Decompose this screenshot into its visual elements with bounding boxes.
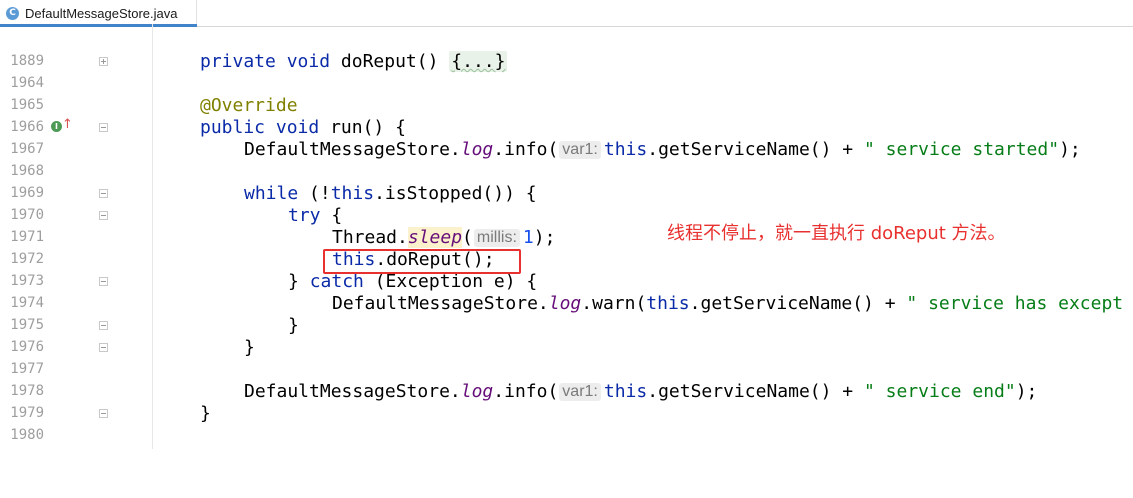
code-text: }	[244, 337, 255, 358]
code-text: while (!this.isStopped()) {	[244, 183, 537, 204]
code-text: DefaultMessageStore.log.info(var1: this.g…	[244, 381, 1038, 402]
code-line: 1978 DefaultMessageStore.log.info(var1: t…	[0, 381, 1133, 403]
code-text: public void run() {	[200, 117, 406, 138]
code-text: try {	[288, 205, 343, 226]
code-line: 1967 DefaultMessageStore.log.info(var1: t…	[0, 139, 1133, 161]
line-number: 1978	[10, 383, 44, 399]
code-line: 1968	[0, 161, 1133, 183]
line-number: 1977	[10, 361, 44, 377]
code-text: DefaultMessageStore.log.warn(this.getSer…	[332, 293, 1124, 314]
fold-collapse-icon[interactable]	[99, 211, 108, 220]
code-line: 1977	[0, 359, 1133, 381]
code-line: 1973 } catch (Exception e) {	[0, 271, 1133, 293]
line-number: 1972	[10, 251, 44, 267]
fold-end-icon[interactable]	[99, 409, 108, 418]
line-number: 1889	[10, 53, 44, 69]
line-number: 1973	[10, 273, 44, 289]
line-number: 1975	[10, 317, 44, 333]
parameter-hint: millis:	[473, 229, 520, 247]
fold-collapse-icon[interactable]	[99, 123, 108, 132]
code-line: 1966 I ↑ public void run() {	[0, 117, 1133, 139]
implements-method-icon[interactable]: I	[51, 121, 62, 132]
annotation-note: 线程不停止，就一直执行 doReput 方法。	[667, 223, 1006, 244]
line-number: 1979	[10, 405, 44, 421]
code-line: 1974 DefaultMessageStore.log.warn(this.g…	[0, 293, 1133, 315]
code-text: DefaultMessageStore.log.info(var1: this.g…	[244, 139, 1081, 160]
code-line: 1889 private void doReput() {...}	[0, 51, 1133, 73]
line-number: 1966	[10, 119, 44, 135]
java-class-icon: C	[6, 6, 19, 20]
fold-end-icon[interactable]	[99, 343, 108, 352]
code-line: 1980	[0, 425, 1133, 447]
line-number: 1970	[10, 207, 44, 223]
code-text: @Override	[200, 95, 298, 116]
code-editor[interactable]: 1889 private void doReput() {...} 1964 1…	[0, 24, 1133, 449]
line-number: 1969	[10, 185, 44, 201]
code-line: 1975 }	[0, 315, 1133, 337]
code-line: 1965 @Override	[0, 95, 1133, 117]
line-number: 1965	[10, 97, 44, 113]
code-line: 1969 while (!this.isStopped()) {	[0, 183, 1133, 205]
code-line: 1972 this.doReput();	[0, 249, 1133, 271]
editor-tab-bar: C DefaultMessageStore.java	[0, 0, 1133, 27]
code-line: 1979 }	[0, 403, 1133, 425]
highlight-box	[323, 249, 521, 274]
parameter-hint: var1:	[559, 383, 601, 401]
line-number: 1971	[10, 229, 44, 245]
line-number: 1964	[10, 75, 44, 91]
fold-collapse-icon[interactable]	[99, 189, 108, 198]
file-tab-label: DefaultMessageStore.java	[25, 5, 178, 21]
code-text: }	[200, 403, 211, 424]
folded-block[interactable]: {...}	[449, 51, 508, 72]
code-line: 1976 }	[0, 337, 1133, 359]
fold-collapse-icon[interactable]	[99, 277, 108, 286]
active-tab-indicator	[0, 24, 197, 27]
override-arrow-icon[interactable]: ↑	[62, 118, 73, 132]
fold-expand-icon[interactable]	[99, 57, 108, 66]
fold-end-icon[interactable]	[99, 321, 108, 330]
line-number: 1968	[10, 163, 44, 179]
code-text: private void doReput() {...}	[200, 51, 508, 72]
parameter-hint: var1:	[559, 141, 601, 159]
code-line: 1964	[0, 73, 1133, 95]
file-tab[interactable]: C DefaultMessageStore.java	[0, 0, 197, 27]
line-number: 1974	[10, 295, 44, 311]
code-text: }	[288, 315, 299, 336]
line-number: 1967	[10, 141, 44, 157]
line-number: 1976	[10, 339, 44, 355]
code-text: Thread.sleep(millis: 1);	[332, 227, 556, 248]
line-number: 1980	[10, 427, 44, 443]
code-text: } catch (Exception e) {	[288, 271, 538, 292]
